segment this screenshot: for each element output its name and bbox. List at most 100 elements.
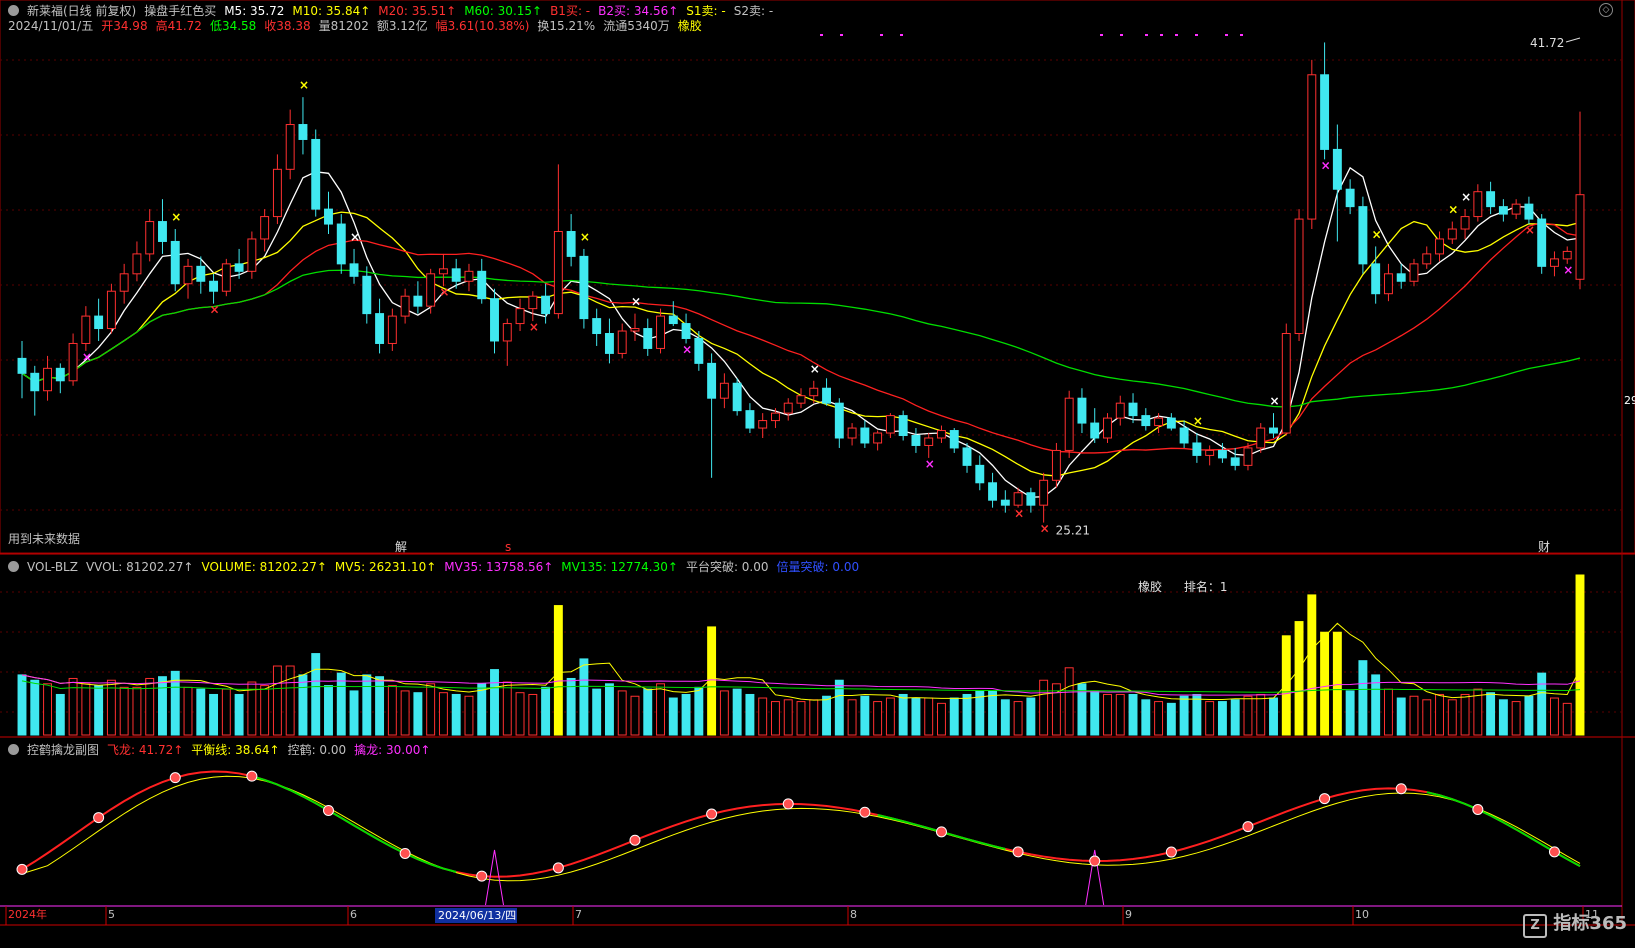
volume-bar [579,658,589,736]
volume-bar [656,683,665,736]
candle-body [1345,188,1355,208]
candle-body [515,308,525,325]
volume-bar [490,669,499,736]
volume-bar [502,681,512,736]
volume-bar [1396,697,1406,736]
osc-down-segment [430,863,444,870]
top-signal-dot [1195,34,1198,36]
candle-body [1550,258,1559,267]
volume-bar [387,685,397,736]
osc-header-item-3: 控鹤: 0.00 [287,743,347,757]
xaxis-label-3: 7 [575,908,582,921]
collapse-icon[interactable]: ◇ [1599,3,1613,17]
osc-header-item-2: 平衡线: 38.64↑ [191,743,280,757]
candle-body [1307,74,1317,220]
volume-bar [553,605,563,736]
volume-bar [451,693,461,736]
candle-body [1217,449,1227,459]
candle-body [617,330,627,354]
volume-bar [1498,699,1508,736]
candle-body [158,221,167,242]
candle-body [1000,499,1010,506]
candle-body [349,263,359,277]
candle-body [553,231,563,315]
signal-ball [859,806,871,818]
signal-ball [1089,855,1101,867]
volume-bar [43,683,52,736]
candle-body [656,315,665,349]
candle-body [438,268,448,275]
volume-header-item-0: VOL-BLZ [27,559,78,574]
candle-body [541,295,551,315]
balance-line [21,775,1581,882]
volume-bar [1511,701,1521,736]
signal-x-marker: × [1372,227,1382,241]
candle-body [55,367,65,382]
signal-ball [629,834,641,846]
candle-body [1396,273,1406,282]
volume-bar [1537,672,1547,736]
volume-bar [362,674,372,736]
candle-body [43,367,52,392]
volume-bar [911,697,921,736]
candle-body [1524,203,1534,220]
volume-bar [1447,699,1457,736]
volume-bar [515,692,525,736]
candle-body [1383,273,1393,295]
kline-chart[interactable]: 41.7225.21××××××××××××××××××××××解 s 财29202… [0,0,1635,948]
volume-bar [668,697,678,736]
volume-bar [592,688,602,736]
volume-bar [132,686,142,736]
candle-body [285,124,295,170]
signal-x-marker: × [1040,522,1050,536]
signal-x-marker: × [580,230,590,244]
volume-bar [438,692,448,736]
volume-bar [1524,695,1534,736]
osc-header-item-1: 飞龙: 41.72↑ [107,743,184,757]
osc-menu-dot-icon[interactable] [8,744,19,755]
volume-bar [528,693,538,736]
volume-bar [719,690,729,736]
osc-header: 控鹤擒龙副图 飞龙: 41.72↑ 平衡线: 38.64↑ 控鹤: 0.00 擒龙: 3… [8,741,430,758]
signal-ball [782,798,794,810]
candle-body [145,221,155,255]
volume-bar [860,695,870,736]
volume-bar [873,701,883,736]
candle-body [260,216,270,240]
candle-body [809,387,819,397]
candle-body [988,482,998,501]
candle-body [962,447,972,466]
volume-bar [937,702,946,736]
candle-body [1103,417,1112,439]
volume-bar [745,693,755,736]
candle-body [975,464,985,484]
top-signal-dot [1100,34,1103,36]
volume-bar [1115,693,1125,736]
top-signal-dot [1145,34,1148,36]
signal-x-marker: × [299,78,309,92]
osc-down-segment [1451,798,1466,805]
candle-body [1243,447,1253,466]
feilong-line [21,770,1581,878]
lo-price-label: 25.21 [1056,524,1090,538]
volume-bar [221,688,231,736]
logo-text: 指标365 [1553,913,1627,934]
signal-x-marker: × [1448,203,1458,217]
signal-x-marker: × [631,295,641,309]
volume-bar [1562,702,1572,736]
candle-body [860,427,870,444]
signal-ball [322,804,334,816]
volume-bar [783,699,793,736]
volume-bar [81,683,91,736]
osc-header-item-4: 擒龙: 30.00↑ [354,743,431,757]
candle-body [1358,206,1368,265]
volume-bar [1294,621,1304,736]
volume-bar [885,697,895,736]
top-signal-dot [1160,34,1163,36]
volume-menu-dot-icon[interactable] [8,561,19,572]
candle-body [209,280,219,292]
volume-bar [949,697,959,736]
volume-bar [809,699,819,736]
volume-bar [1486,692,1496,736]
signal-ball [1012,846,1024,858]
